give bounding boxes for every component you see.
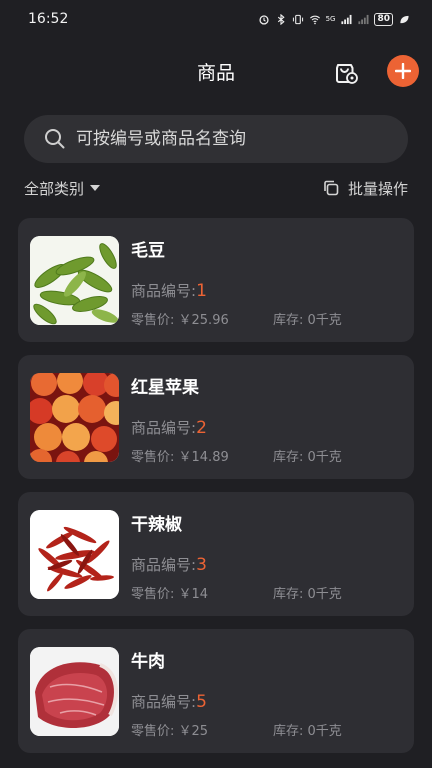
signal-weak-icon bbox=[358, 14, 369, 24]
chili-image bbox=[30, 510, 119, 599]
stock-value: 0千克 bbox=[307, 313, 342, 328]
signal-icon bbox=[341, 14, 352, 24]
code-label: 商品编号: bbox=[131, 556, 197, 574]
stock-value: 0千克 bbox=[307, 450, 342, 465]
leaf-icon bbox=[400, 15, 409, 23]
product-stock: 库存: 0千克 bbox=[273, 309, 342, 328]
stock-value: 0千克 bbox=[307, 724, 342, 739]
code-value: 2 bbox=[196, 418, 207, 438]
beef-image bbox=[30, 647, 119, 736]
stock-label: 库存: bbox=[273, 724, 308, 739]
product-stock: 库存: 0千克 bbox=[273, 720, 342, 739]
price-label: 零售价: ￥ bbox=[131, 450, 192, 465]
product-card[interactable]: 牛肉 商品编号:5 零售价: ￥25 库存: 0千克 bbox=[18, 629, 414, 753]
status-time: 16:52 bbox=[28, 11, 69, 27]
batch-label: 批量操作 bbox=[347, 179, 408, 198]
page-title: 商品 bbox=[196, 62, 235, 84]
code-value: 3 bbox=[196, 555, 207, 575]
batch-operation-button[interactable]: 批量操作 bbox=[322, 178, 408, 199]
product-card[interactable]: 毛豆 商品编号:1 零售价: ￥25.96 库存: 0千克 bbox=[18, 218, 414, 342]
battery-indicator: 80 bbox=[374, 12, 393, 26]
price-value: 14 bbox=[191, 587, 209, 602]
edamame-image bbox=[30, 236, 119, 325]
filter-row: 全部类别 批量操作 bbox=[24, 176, 408, 200]
bluetooth-icon bbox=[277, 13, 285, 25]
price-value: 14.89 bbox=[191, 450, 229, 465]
product-card[interactable]: 干辣椒 商品编号:3 零售价: ￥14 库存: 0千克 bbox=[18, 492, 414, 616]
category-dropdown[interactable]: 全部类别 bbox=[24, 178, 101, 199]
product-price: 零售价: ￥14.89 bbox=[131, 446, 229, 465]
code-value: 1 bbox=[196, 281, 207, 301]
stock-label: 库存: bbox=[273, 313, 308, 328]
product-price: 零售价: ￥14 bbox=[131, 583, 208, 602]
code-label: 商品编号: bbox=[131, 282, 197, 300]
price-value: 25.96 bbox=[191, 313, 229, 328]
network-label: 5G bbox=[325, 15, 336, 23]
price-label: 零售价: ￥ bbox=[131, 724, 192, 739]
vibrate-icon bbox=[292, 14, 303, 24]
product-name: 干辣椒 bbox=[131, 515, 182, 535]
stock-label: 库存: bbox=[273, 587, 308, 602]
add-product-button[interactable] bbox=[387, 55, 419, 87]
caret-down-icon bbox=[90, 185, 101, 191]
category-label: 全部类别 bbox=[24, 179, 85, 198]
stock-value: 0千克 bbox=[307, 587, 342, 602]
stock-label: 库存: bbox=[273, 450, 308, 465]
wifi-icon bbox=[309, 15, 320, 24]
search-icon bbox=[45, 129, 65, 149]
product-name: 牛肉 bbox=[131, 652, 165, 672]
alarm-icon bbox=[258, 14, 269, 25]
code-value: 5 bbox=[196, 692, 207, 712]
product-price: 零售价: ￥25.96 bbox=[131, 309, 229, 328]
status-bar: 16:52 5G 80 bbox=[0, 0, 432, 38]
price-label: 零售价: ￥ bbox=[131, 587, 192, 602]
code-label: 商品编号: bbox=[131, 419, 197, 437]
price-label: 零售价: ￥ bbox=[131, 313, 192, 328]
header-bar: 商品 bbox=[0, 48, 432, 94]
product-price: 零售价: ￥25 bbox=[131, 720, 208, 739]
product-name: 毛豆 bbox=[131, 241, 165, 261]
bag-settings-button[interactable] bbox=[330, 56, 360, 86]
product-card[interactable]: 红星苹果 商品编号:2 零售价: ￥14.89 库存: 0千克 bbox=[18, 355, 414, 479]
code-label: 商品编号: bbox=[131, 693, 197, 711]
product-stock: 库存: 0千克 bbox=[273, 583, 342, 602]
apple-image bbox=[30, 373, 119, 462]
copy-icon bbox=[324, 180, 339, 196]
price-value: 25 bbox=[191, 724, 209, 739]
product-code: 商品编号:2 bbox=[131, 417, 207, 438]
bag-settings-icon bbox=[336, 64, 358, 84]
plus-icon bbox=[395, 63, 411, 79]
search-bar[interactable] bbox=[24, 115, 408, 163]
product-code: 商品编号:3 bbox=[131, 554, 207, 575]
search-input[interactable] bbox=[76, 129, 376, 149]
product-code: 商品编号:5 bbox=[131, 691, 207, 712]
status-icons: 5G 80 bbox=[258, 12, 410, 26]
product-stock: 库存: 0千克 bbox=[273, 446, 342, 465]
product-name: 红星苹果 bbox=[131, 378, 199, 398]
product-code: 商品编号:1 bbox=[131, 280, 207, 301]
